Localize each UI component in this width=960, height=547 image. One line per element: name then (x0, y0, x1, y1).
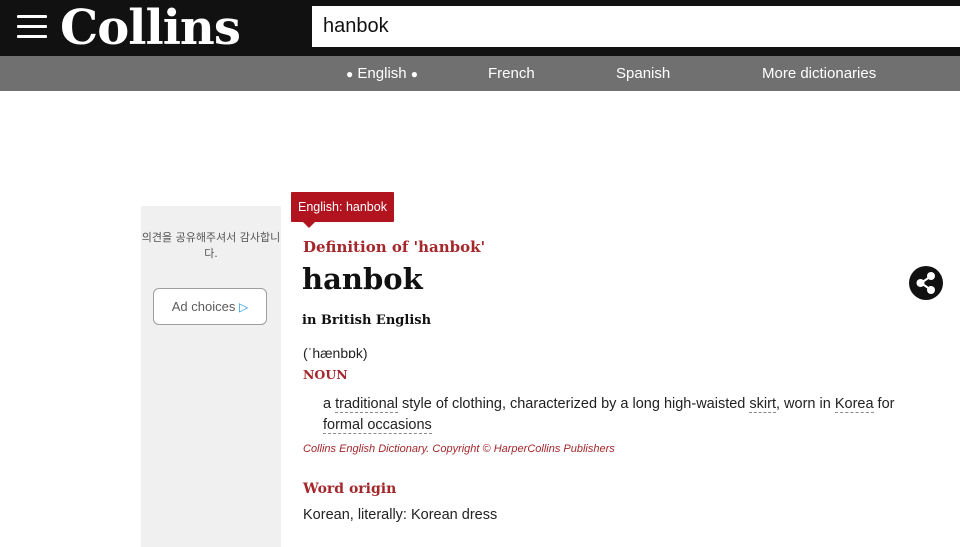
nav-english[interactable]: ● English ● (346, 56, 418, 92)
nav-spanish[interactable]: Spanish (616, 56, 670, 91)
search-input[interactable] (312, 6, 960, 47)
definition-segment: , worn in (775, 396, 835, 412)
adchoices-icon: ▷ (238, 300, 249, 314)
copyright-note: Collins English Dictionary. Copyright © … (303, 443, 615, 455)
link-korea[interactable]: Korea (834, 396, 874, 413)
ad-feedback-text: 의견을 공유해주셔서 감사합니다. (141, 231, 281, 260)
nav-french[interactable]: French (488, 56, 535, 91)
definition-segment: a (323, 396, 336, 412)
ad-choices-label: Ad choices (171, 299, 236, 314)
word-origin-title: Word origin (303, 481, 397, 497)
active-dot-icon: ● (410, 67, 419, 81)
language-nav: ● English ● French Spanish More dictiona… (0, 56, 960, 91)
top-bar: Collins (0, 0, 960, 56)
active-dot-icon: ● (346, 67, 354, 81)
headword: hanbok (302, 262, 423, 296)
definition-text: a traditional style of clothing, charact… (323, 394, 923, 436)
nav-english-label: English (357, 65, 407, 82)
pronunciation: (ˈhænbɒk) (303, 345, 368, 361)
menu-icon[interactable] (17, 15, 47, 39)
nav-more-dictionaries[interactable]: More dictionaries (762, 56, 876, 91)
ad-choices-button[interactable]: Ad choices ▷ (153, 288, 267, 325)
link-traditional[interactable]: traditional (335, 396, 398, 413)
collins-logo[interactable]: Collins (60, 0, 241, 58)
definition-segment: for (873, 396, 895, 412)
entry-tag: English: hanbok (291, 192, 394, 228)
link-skirt[interactable]: skirt (749, 396, 776, 413)
part-of-speech: NOUN (303, 367, 348, 382)
word-origin-text: Korean, literally: Korean dress (303, 507, 498, 523)
link-formal-occasions[interactable]: formal occasions (323, 417, 432, 434)
share-button[interactable] (909, 266, 943, 300)
definition-segment: style of clothing, characterized by a lo… (397, 396, 750, 412)
region-label: in British English (302, 313, 432, 328)
share-icon (916, 272, 935, 294)
ad-panel: 의견을 공유해주셔서 감사합니다. Ad choices ▷ (141, 206, 281, 547)
definition-title: Definition of 'hanbok' (303, 238, 486, 256)
